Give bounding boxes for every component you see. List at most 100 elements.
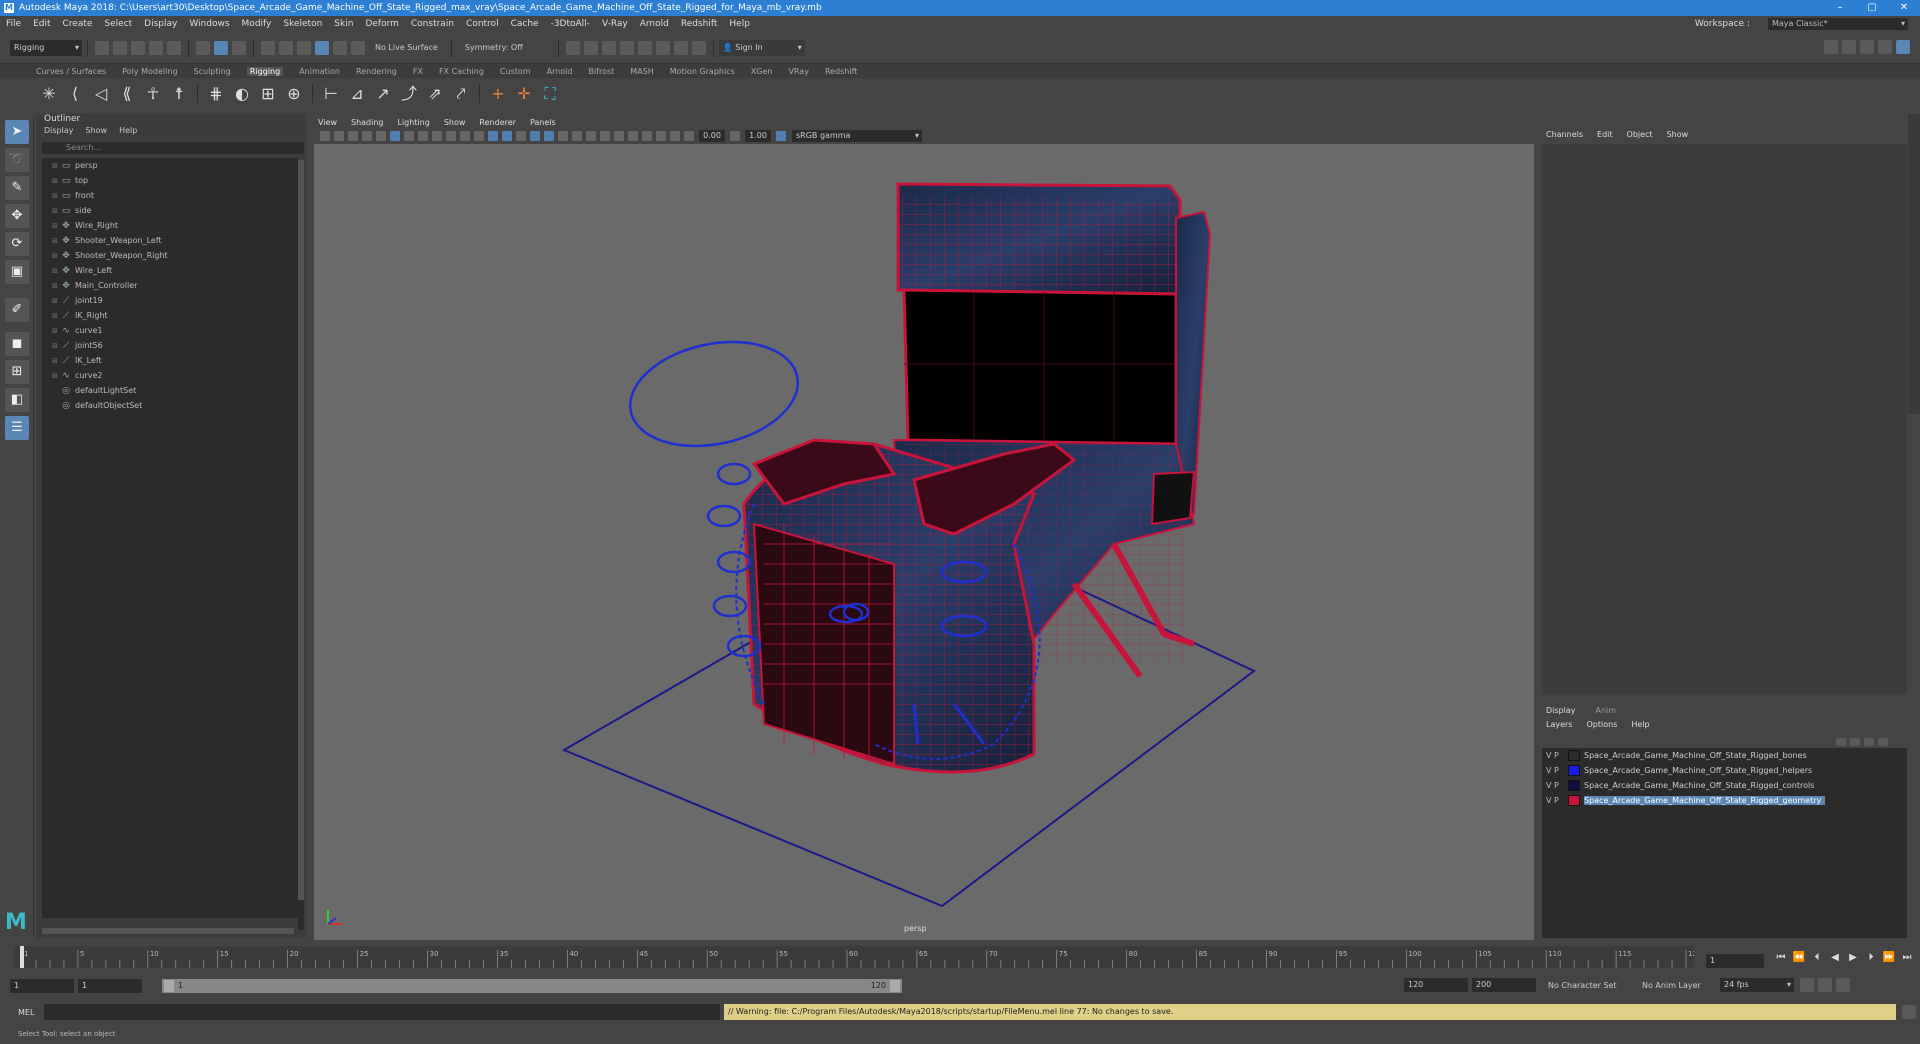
character-set-dropdown[interactable]: No Character Set	[1548, 981, 1626, 990]
outliner-item-wire-left[interactable]: ⊞ ✥ Wire_Left	[42, 263, 298, 278]
outliner-item-side[interactable]: ⊞ ▭ side	[42, 203, 298, 218]
rotate-tool-icon[interactable]: ⟳	[5, 232, 29, 256]
shelf-tab-rigging[interactable]: Rigging	[246, 66, 284, 76]
outliner-item-curve1[interactable]: ⊞ ∿ curve1	[42, 323, 298, 338]
range-start-handle[interactable]	[164, 980, 174, 992]
shelf-tab-curves-surfaces[interactable]: Curves / Surfaces	[36, 67, 106, 76]
menu-display[interactable]: Display	[144, 19, 177, 29]
layer-menu-help[interactable]: Help	[1631, 720, 1649, 729]
viewport-menu-view[interactable]: View	[318, 118, 337, 127]
outliner-item-joint56[interactable]: ⊞ ⟋ joint56	[42, 338, 298, 353]
cluster-icon[interactable]: ⊕	[284, 84, 304, 104]
field-chart-icon[interactable]	[446, 131, 456, 141]
current-time-indicator[interactable]	[20, 946, 24, 968]
locator-icon[interactable]: ⊢	[321, 84, 341, 104]
image-plane-icon[interactable]	[348, 131, 358, 141]
ik-handle-tool-icon[interactable]: ◁	[91, 84, 111, 104]
range-end-handle[interactable]	[890, 980, 900, 992]
pole-vector-constraint-icon[interactable]: ⤤	[451, 84, 471, 104]
camera-attributes-icon[interactable]	[320, 131, 330, 141]
aim-constraint-icon[interactable]: ↗	[373, 84, 393, 104]
outliner-item-main-controller[interactable]: ⊞ ✥ Main_Controller	[42, 278, 298, 293]
sign-in-button[interactable]: 👤 Sign In	[718, 39, 805, 56]
loop-icon[interactable]	[1800, 978, 1814, 992]
move-layer-down-icon[interactable]	[1850, 738, 1860, 746]
outliner-item-front[interactable]: ⊞ ▭ front	[42, 188, 298, 203]
expand-icon[interactable]: ⊞	[52, 237, 60, 245]
viewport-menu-renderer[interactable]: Renderer	[479, 118, 516, 127]
shelf-tab-animation[interactable]: Animation	[299, 67, 340, 76]
play-forward-icon[interactable]: ▶	[1844, 952, 1862, 963]
shelf-extra-icon[interactable]: ⛶	[540, 84, 560, 104]
layer-menu-layers[interactable]: Layers	[1546, 720, 1572, 729]
range-slider[interactable]: 1 120	[162, 979, 902, 993]
gamma-icon[interactable]	[730, 131, 740, 141]
expand-icon[interactable]: ⊞	[52, 207, 60, 215]
outliner-item-shooter-weapon-left[interactable]: ⊞ ✥ Shooter_Weapon_Left	[42, 233, 298, 248]
select-hierarchy-icon[interactable]	[196, 40, 210, 55]
shelf-tab-sculpting[interactable]: Sculpting	[194, 67, 231, 76]
expand-icon[interactable]: ⊞	[52, 372, 60, 380]
color-management-icon[interactable]	[776, 131, 786, 141]
snap-grid-icon[interactable]	[261, 40, 275, 55]
tool-settings-icon[interactable]	[1878, 40, 1892, 54]
grid-icon[interactable]	[390, 131, 400, 141]
render-frame-icon[interactable]	[583, 40, 598, 55]
shelf-tab-poly-modeling[interactable]: Poly Modeling	[122, 67, 177, 76]
new-empty-layer-icon[interactable]	[1864, 738, 1874, 746]
outliner-item-top[interactable]: ⊞ ▭ top	[42, 173, 298, 188]
grease-pencil-icon[interactable]	[376, 131, 386, 141]
channel-box-menu-edit[interactable]: Edit	[1597, 130, 1613, 139]
menu-windows[interactable]: Windows	[189, 19, 229, 29]
humanik-icon[interactable]: ☥	[143, 84, 163, 104]
animation-preferences-icon[interactable]	[1836, 978, 1850, 992]
joint-tool-icon[interactable]: ✳	[39, 84, 59, 104]
menu-file[interactable]: File	[6, 19, 21, 29]
step-back-frame-icon[interactable]: ⏴	[1808, 952, 1826, 963]
film-gate-icon[interactable]	[404, 131, 414, 141]
remove-influence-icon[interactable]: ✛	[514, 84, 534, 104]
motion-blur-icon[interactable]	[600, 131, 610, 141]
channel-box-menu-channels[interactable]: Channels	[1546, 130, 1583, 139]
scale-tool-icon[interactable]: ▣	[5, 260, 29, 284]
shadows-icon[interactable]	[572, 131, 582, 141]
depth-of-field-icon[interactable]	[628, 131, 638, 141]
hypershade-icon[interactable]	[637, 40, 652, 55]
symmetry-label[interactable]: Symmetry: Off	[465, 43, 545, 52]
expand-icon[interactable]: ⊞	[52, 192, 60, 200]
layer-menu-options[interactable]: Options	[1586, 720, 1617, 729]
visibility-toggle[interactable]: V	[1546, 751, 1551, 760]
menu-modify[interactable]: Modify	[242, 19, 272, 29]
render-settings-icon[interactable]	[619, 40, 634, 55]
exposure-icon[interactable]	[684, 131, 694, 141]
visibility-playback-toggles[interactable]: V P	[1546, 751, 1568, 760]
menu-cache[interactable]: Cache	[511, 19, 539, 29]
fps-dropdown[interactable]: 24 fps	[1720, 978, 1794, 992]
use-all-lights-icon[interactable]	[558, 131, 568, 141]
paint-select-tool-icon[interactable]: ✎	[5, 176, 29, 200]
visibility-toggle[interactable]: V	[1546, 781, 1551, 790]
shelf-tab-bifrost[interactable]: Bifrost	[588, 67, 614, 76]
ik-spline-tool-icon[interactable]: ⟪	[117, 84, 137, 104]
snap-view-plane-icon[interactable]	[333, 40, 347, 55]
two-d-pan-zoom-icon[interactable]	[362, 131, 372, 141]
go-to-end-icon[interactable]: ⏭	[1898, 952, 1916, 963]
display-layer-row[interactable]: V P Space_Arcade_Game_Machine_Off_State_R…	[1542, 778, 1907, 793]
outliner-menu-show[interactable]: Show	[86, 126, 108, 138]
textured-icon[interactable]	[544, 131, 554, 141]
safe-action-icon[interactable]	[460, 131, 470, 141]
render-view-icon[interactable]	[565, 40, 580, 55]
menu-3dtoall[interactable]: -3DtoAll-	[551, 19, 590, 29]
new-layer-selected-icon[interactable]	[1878, 738, 1888, 746]
open-scene-icon[interactable]	[113, 40, 127, 55]
shelf-tab-xgen[interactable]: XGen	[751, 67, 773, 76]
mel-label[interactable]: MEL	[0, 1008, 44, 1017]
expand-icon[interactable]: ⊞	[52, 177, 60, 185]
redo-icon[interactable]	[167, 40, 181, 55]
layer-color-swatch[interactable]	[1568, 765, 1580, 776]
snap-curve-icon[interactable]	[279, 40, 293, 55]
menu-skin[interactable]: Skin	[334, 19, 353, 29]
view-transform-dropdown[interactable]: sRGB gamma	[792, 130, 922, 142]
expand-icon[interactable]: ⊞	[52, 267, 60, 275]
channel-box-menu-show[interactable]: Show	[1667, 130, 1689, 139]
